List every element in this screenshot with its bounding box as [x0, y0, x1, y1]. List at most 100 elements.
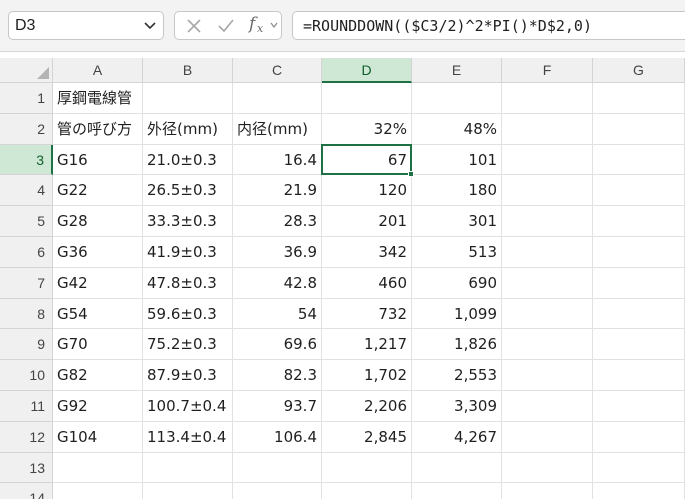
cell-f9[interactable] [502, 329, 593, 361]
cell-d2[interactable]: 32% [322, 113, 412, 145]
cell-a7[interactable]: G42 [53, 267, 143, 299]
row-header-14[interactable]: 14 [0, 483, 53, 499]
cell-g6[interactable] [593, 237, 685, 268]
row-header-2[interactable]: 2 [0, 113, 53, 145]
formula-input[interactable]: =ROUNDDOWN(($C3/2)^2*PI()*D$2,0) [292, 11, 685, 40]
cell-g7[interactable] [593, 267, 685, 299]
cell-a11[interactable]: G92 [53, 391, 143, 422]
cell-e4[interactable]: 180 [412, 175, 502, 207]
cell-f4[interactable] [502, 175, 593, 207]
row-header-5[interactable]: 5 [0, 206, 53, 237]
cell-b8[interactable]: 59.6±0.3 [143, 298, 233, 330]
cell-a13[interactable] [53, 452, 143, 484]
cell-c14[interactable] [233, 483, 322, 499]
row-header-11[interactable]: 11 [0, 391, 53, 422]
cell-d14[interactable] [322, 483, 412, 499]
cell-g10[interactable] [593, 360, 685, 391]
cell-d8[interactable]: 732 [322, 298, 412, 330]
insert-function-icon[interactable]: f [249, 14, 255, 34]
row-header-10[interactable]: 10 [0, 360, 53, 391]
cell-b3[interactable]: 21.0±0.3 [143, 144, 233, 176]
cell-d12[interactable]: 2,845 [322, 421, 412, 453]
cell-b14[interactable] [143, 483, 233, 499]
cell-e9[interactable]: 1,826 [412, 329, 502, 361]
cell-a2[interactable]: 管の呼び方 [53, 113, 143, 145]
cell-c5[interactable]: 28.3 [233, 206, 322, 237]
cell-e3[interactable]: 101 [412, 144, 502, 176]
cell-c10[interactable]: 82.3 [233, 360, 322, 391]
cell-a5[interactable]: G28 [53, 206, 143, 237]
cell-a9[interactable]: G70 [53, 329, 143, 361]
row-header-1[interactable]: 1 [0, 83, 53, 114]
column-header-f[interactable]: F [502, 58, 593, 83]
cell-f11[interactable] [502, 391, 593, 422]
cell-a3[interactable]: G16 [53, 144, 143, 176]
cell-b7[interactable]: 47.8±0.3 [143, 267, 233, 299]
select-all-corner[interactable] [0, 58, 53, 83]
cell-d3[interactable]: 67 [322, 144, 412, 176]
cell-e1[interactable] [412, 83, 502, 114]
cell-a8[interactable]: G54 [53, 298, 143, 330]
cell-e12[interactable]: 4,267 [412, 421, 502, 453]
cell-e10[interactable]: 2,553 [412, 360, 502, 391]
cell-f12[interactable] [502, 421, 593, 453]
cell-g2[interactable] [593, 113, 685, 145]
cell-c9[interactable]: 69.6 [233, 329, 322, 361]
cell-f2[interactable] [502, 113, 593, 145]
cell-e8[interactable]: 1,099 [412, 298, 502, 330]
cell-d9[interactable]: 1,217 [322, 329, 412, 361]
cell-b10[interactable]: 87.9±0.3 [143, 360, 233, 391]
cell-a6[interactable]: G36 [53, 237, 143, 268]
cell-d5[interactable]: 201 [322, 206, 412, 237]
cell-f1[interactable] [502, 83, 593, 114]
cell-a14[interactable] [53, 483, 143, 499]
row-header-8[interactable]: 8 [0, 298, 53, 330]
cell-b9[interactable]: 75.2±0.3 [143, 329, 233, 361]
name-box[interactable]: D3 [8, 11, 164, 40]
chevron-down-icon[interactable] [269, 20, 279, 30]
cell-g5[interactable] [593, 206, 685, 237]
cell-e2[interactable]: 48% [412, 113, 502, 145]
cell-c11[interactable]: 93.7 [233, 391, 322, 422]
cell-d7[interactable]: 460 [322, 267, 412, 299]
cell-g1[interactable] [593, 83, 685, 114]
cell-c6[interactable]: 36.9 [233, 237, 322, 268]
cancel-icon[interactable] [185, 17, 203, 35]
cell-b11[interactable]: 100.7±0.4 [143, 391, 233, 422]
row-header-4[interactable]: 4 [0, 175, 53, 207]
cell-f7[interactable] [502, 267, 593, 299]
cell-g12[interactable] [593, 421, 685, 453]
cell-c8[interactable]: 54 [233, 298, 322, 330]
cell-f6[interactable] [502, 237, 593, 268]
row-header-12[interactable]: 12 [0, 421, 53, 453]
cell-d1[interactable] [322, 83, 412, 114]
cell-b13[interactable] [143, 452, 233, 484]
cell-e14[interactable] [412, 483, 502, 499]
column-header-e[interactable]: E [412, 58, 502, 83]
cell-c13[interactable] [233, 452, 322, 484]
cell-g4[interactable] [593, 175, 685, 207]
cell-b12[interactable]: 113.4±0.4 [143, 421, 233, 453]
column-header-g[interactable]: G [593, 58, 685, 83]
cell-c12[interactable]: 106.4 [233, 421, 322, 453]
cell-c4[interactable]: 21.9 [233, 175, 322, 207]
row-header-7[interactable]: 7 [0, 267, 53, 299]
cell-f10[interactable] [502, 360, 593, 391]
cell-f3[interactable] [502, 144, 593, 176]
cell-f8[interactable] [502, 298, 593, 330]
cell-a12[interactable]: G104 [53, 421, 143, 453]
enter-check-icon[interactable] [217, 17, 235, 35]
cell-g8[interactable] [593, 298, 685, 330]
cell-c7[interactable]: 42.8 [233, 267, 322, 299]
cell-g9[interactable] [593, 329, 685, 361]
cell-d10[interactable]: 1,702 [322, 360, 412, 391]
cell-b6[interactable]: 41.9±0.3 [143, 237, 233, 268]
column-header-d[interactable]: D [322, 58, 412, 83]
cell-c2[interactable]: 内径(mm) [233, 113, 322, 145]
cell-e5[interactable]: 301 [412, 206, 502, 237]
cell-g3[interactable] [593, 144, 685, 176]
fill-handle[interactable] [408, 171, 414, 178]
cell-d6[interactable]: 342 [322, 237, 412, 268]
row-header-9[interactable]: 9 [0, 329, 53, 361]
row-header-6[interactable]: 6 [0, 237, 53, 268]
